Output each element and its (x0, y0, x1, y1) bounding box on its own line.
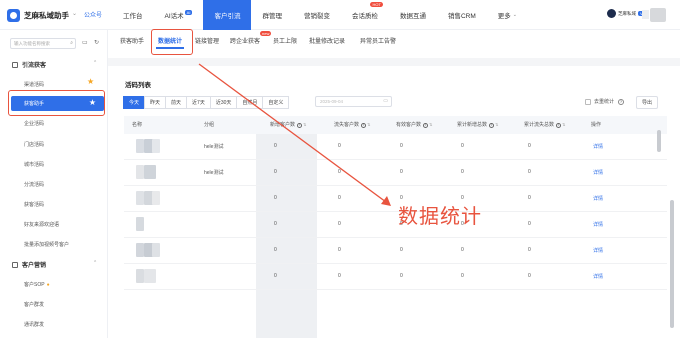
annotation-arrow (198, 63, 391, 206)
annotation-label: 数据统计 (398, 204, 482, 228)
